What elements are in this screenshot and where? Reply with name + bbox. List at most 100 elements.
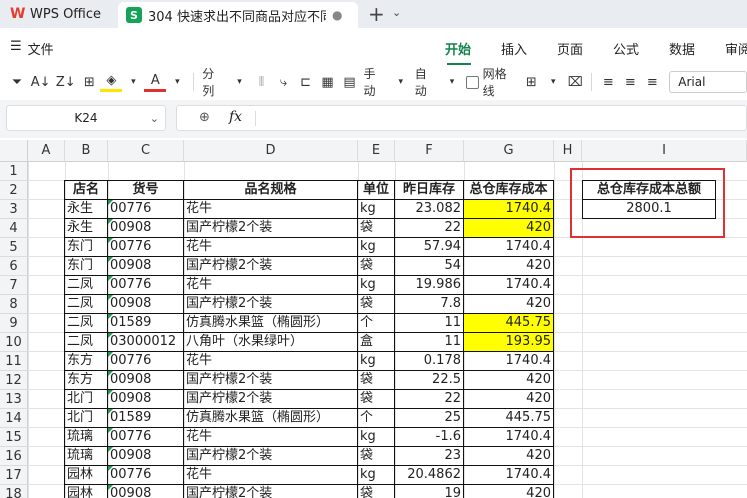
table-cell-product-spec[interactable]: 八角叶（水果绿叶） (183, 332, 358, 352)
split-dropdown-icon[interactable]: ▾ (229, 70, 251, 94)
table-cell-item-code[interactable]: 00908 (107, 484, 184, 498)
wps-home-tab[interactable]: W WPS Office (0, 0, 112, 28)
table-cell-product-spec[interactable]: 仿真腾水果篮（椭圆形） (183, 408, 358, 428)
table-cell-unit[interactable]: kg (357, 351, 395, 371)
table-cell-warehouse-cost[interactable]: 1740.4 (463, 275, 554, 295)
font-color-dropdown-icon[interactable]: ▾ (166, 70, 188, 94)
table-cell-item-code[interactable]: 00908 (107, 370, 184, 390)
auto-dropdown-icon[interactable]: ▾ (441, 70, 463, 94)
table-cell-unit[interactable]: kg (357, 237, 395, 257)
cell-dropdown-icon[interactable]: ▾ (542, 70, 564, 94)
table-cell-unit[interactable]: 袋 (357, 370, 395, 390)
table-cell-item-code[interactable]: 00776 (107, 427, 184, 447)
table-cell-item-code[interactable]: 00776 (107, 465, 184, 485)
table-cell-warehouse-cost[interactable]: 445.75 (463, 313, 554, 333)
fill-color-dropdown-icon[interactable]: ▾ (122, 70, 144, 94)
name-box[interactable]: K24 ⌄ (6, 105, 166, 131)
tab-list-chevron-icon[interactable]: ⌄ (392, 6, 401, 19)
table-cell-unit[interactable]: 个 (357, 408, 395, 428)
column-header-a[interactable]: A (28, 140, 65, 162)
spreadsheet-grid[interactable]: A B C D E F G H I 1 2 3 4 5 6 7 8 9 10 11 12 13 14 15 16 17 18 店名 货号… (0, 140, 747, 498)
table-cell-product-spec[interactable]: 国产柠檬2个装 (183, 370, 358, 390)
table-cell-unit[interactable]: 袋 (357, 218, 395, 238)
table-cell-yesterday-stock[interactable]: 19 (394, 484, 464, 498)
table-cell-item-code[interactable]: 00776 (107, 351, 184, 371)
zoom-icon[interactable]: ⊕ (199, 110, 210, 125)
table-cell-item-code[interactable]: 01589 (107, 313, 184, 333)
table-cell-item-code[interactable]: 00776 (107, 275, 184, 295)
tab-data[interactable]: 数据 (669, 39, 725, 58)
table-cell-warehouse-cost[interactable]: 420 (463, 370, 554, 390)
select-all-corner[interactable] (0, 140, 28, 162)
table-cell-store[interactable]: 二凤 (64, 275, 108, 295)
fx-icon[interactable]: fx (229, 109, 242, 125)
table-cell-product-spec[interactable]: 仿真腾水果篮（椭圆形） (183, 313, 358, 333)
column-header-c[interactable]: C (108, 140, 184, 162)
table-header-yesterday-stock[interactable]: 昨日库存 (394, 180, 464, 200)
align-top-icon[interactable]: ≡ (597, 70, 619, 94)
table-cell-yesterday-stock[interactable]: 7.8 (394, 294, 464, 314)
table-cell-yesterday-stock[interactable]: 25 (394, 408, 464, 428)
row-header-13[interactable]: 13 (0, 390, 28, 409)
filter-icon[interactable]: ⏷ (6, 70, 28, 94)
table-cell-unit[interactable]: 袋 (357, 446, 395, 466)
table-cell-product-spec[interactable]: 国产柠檬2个装 (183, 256, 358, 276)
sort-descending-icon[interactable]: Z↓ (53, 70, 78, 94)
row-header-7[interactable]: 7 (0, 276, 28, 295)
table-cell-store[interactable]: 东方 (64, 351, 108, 371)
column-header-b[interactable]: B (65, 140, 108, 162)
table-header-product-spec[interactable]: 品名规格 (183, 180, 358, 200)
table-cell-item-code[interactable]: 00908 (107, 256, 184, 276)
row-header-1[interactable]: 1 (0, 162, 28, 181)
row-header-6[interactable]: 6 (0, 257, 28, 276)
align-bottom-icon[interactable]: ≡ (641, 70, 663, 94)
table-cell-product-spec[interactable]: 花牛 (183, 465, 358, 485)
table-cell-unit[interactable]: kg (357, 199, 395, 219)
tab-review[interactable]: 审阅 (725, 39, 747, 58)
row-header-17[interactable]: 17 (0, 466, 28, 485)
table-cell-warehouse-cost[interactable]: 420 (463, 294, 554, 314)
table-cell-warehouse-cost[interactable]: 1740.4 (463, 199, 554, 219)
gridlines-checkbox[interactable] (466, 75, 479, 89)
manual-dropdown-icon[interactable]: ▾ (390, 70, 412, 94)
align-center-icon[interactable]: ≡ (619, 70, 641, 94)
row-header-15[interactable]: 15 (0, 428, 28, 447)
fill-color-icon[interactable]: ◈ (100, 72, 123, 92)
table-cell-store[interactable]: 琉璃 (64, 446, 108, 466)
column-icon[interactable]: ⦀ (251, 70, 273, 94)
table-cell-yesterday-stock[interactable]: 0.178 (394, 351, 464, 371)
table-cell-product-spec[interactable]: 花牛 (183, 351, 358, 371)
table-cell-unit[interactable]: kg (357, 465, 395, 485)
new-tab-plus-icon[interactable]: + (368, 2, 385, 26)
row-header-9[interactable]: 9 (0, 314, 28, 333)
manual-button[interactable]: 手动 (361, 67, 390, 98)
row-header-11[interactable]: 11 (0, 352, 28, 371)
table-cell-warehouse-cost[interactable]: 420 (463, 389, 554, 409)
table-cell-item-code[interactable]: 00908 (107, 446, 184, 466)
table-cell-product-spec[interactable]: 国产柠檬2个装 (183, 389, 358, 409)
table-cell-product-spec[interactable]: 国产柠檬2个装 (183, 484, 358, 498)
table-cell-item-code[interactable]: 00908 (107, 294, 184, 314)
table-cell-product-spec[interactable]: 花牛 (183, 275, 358, 295)
table-cell-warehouse-cost[interactable]: 420 (463, 218, 554, 238)
table-cell-warehouse-cost[interactable]: 1740.4 (463, 351, 554, 371)
row-header-3[interactable]: 3 (0, 200, 28, 219)
table-cell-item-code[interactable]: 00776 (107, 199, 184, 219)
table-cell-unit[interactable]: 盒 (357, 332, 395, 352)
align-icon[interactable]: ⊏ (295, 70, 317, 94)
table-cell-unit[interactable]: 袋 (357, 294, 395, 314)
document-tab[interactable]: S 304 快速求出不同商品对应不同门店 ● (118, 2, 358, 28)
table-cell-item-code[interactable]: 00908 (107, 389, 184, 409)
row-header-4[interactable]: 4 (0, 219, 28, 238)
tab-insert[interactable]: 插入 (501, 39, 557, 58)
auto-button[interactable]: 自动 (412, 67, 441, 98)
column-header-f[interactable]: F (395, 140, 464, 162)
format-icon[interactable]: ▤ (339, 70, 361, 94)
table-cell-warehouse-cost[interactable]: 420 (463, 256, 554, 276)
tab-page[interactable]: 页面 (557, 39, 613, 58)
table-cell-store[interactable]: 永生 (64, 218, 108, 238)
table-cell-yesterday-stock[interactable]: 23 (394, 446, 464, 466)
split-columns-button[interactable]: 分列 (199, 67, 228, 98)
table-cell-warehouse-cost[interactable]: 1740.4 (463, 427, 554, 447)
table-cell-yesterday-stock[interactable]: 22 (394, 218, 464, 238)
